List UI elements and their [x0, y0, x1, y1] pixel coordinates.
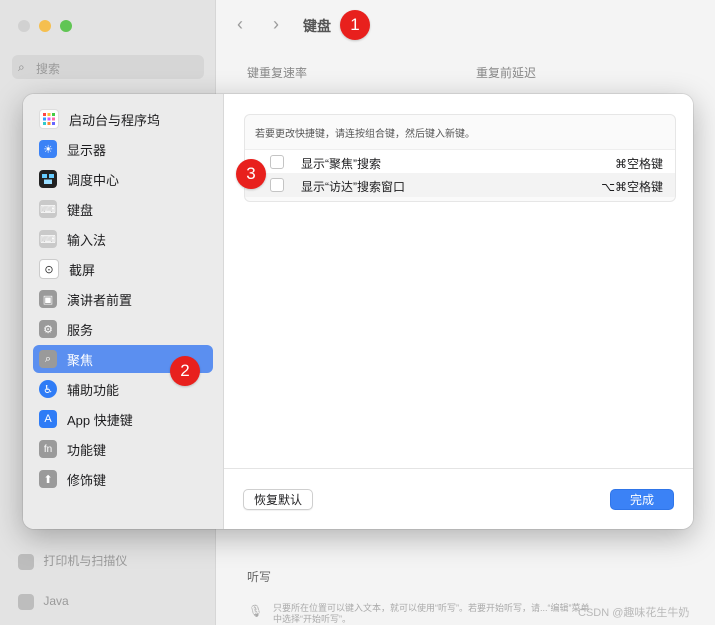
- shortcut-key[interactable]: ⌥⌘空格键: [601, 178, 663, 195]
- watermark: CSDN @趣味花生牛奶: [578, 607, 690, 619]
- microphone-icon: 🎙: [248, 604, 264, 618]
- sidebar-item-modifier-keys[interactable]: ⬆ 修饰键: [33, 465, 213, 493]
- accessibility-icon: ♿: [39, 380, 57, 398]
- done-button[interactable]: 完成: [610, 489, 674, 510]
- page-title: 键盘: [303, 18, 331, 34]
- services-icon: ⚙: [39, 320, 57, 338]
- sidebar-item-java[interactable]: Java: [18, 594, 69, 610]
- shortcuts-list: 若要更改快捷键，请连按组合键，然后键入新键。 显示“聚焦”搜索 ⌘空格键 显示“…: [244, 114, 676, 202]
- back-arrow-icon[interactable]: ‹: [237, 14, 243, 35]
- presenter-icon: ▣: [39, 290, 57, 308]
- sidebar-item-launchpad[interactable]: 启动台与程序坞: [33, 105, 213, 133]
- sidebar-item-screenshot[interactable]: ⊙ 截屏: [33, 255, 213, 283]
- search-icon: ⌕: [18, 60, 25, 74]
- sidebar-item-display[interactable]: ☀ 显示器: [33, 135, 213, 163]
- shortcut-label: 显示“访达”搜索窗口: [301, 180, 405, 194]
- sidebar-item-presenter[interactable]: ▣ 演讲者前置: [33, 285, 213, 313]
- annotation-badge-3: 3: [236, 159, 266, 189]
- shortcut-hint: 若要更改快捷键，请连按组合键，然后键入新键。: [255, 129, 475, 140]
- input-method-icon: ⌨: [39, 230, 57, 248]
- fn-icon: fn: [39, 440, 57, 458]
- shortcuts-content: 若要更改快捷键，请连按组合键，然后键入新键。 显示“聚焦”搜索 ⌘空格键 显示“…: [224, 94, 693, 529]
- forward-arrow-icon[interactable]: ›: [273, 14, 279, 35]
- display-icon: ☀: [39, 140, 57, 158]
- key-repeat-label: 键重复速率: [247, 66, 308, 80]
- shortcut-row-finder[interactable]: 显示“访达”搜索窗口 ⌥⌘空格键: [245, 173, 675, 197]
- spotlight-icon: ⌕: [39, 350, 57, 368]
- sidebar-item-mission-control[interactable]: 调度中心: [33, 165, 213, 193]
- shortcut-label: 显示“聚焦”搜索: [301, 157, 381, 171]
- keyboard-icon: ⌨: [39, 200, 57, 218]
- sidebar-item-app-shortcuts[interactable]: A App 快捷键: [33, 405, 213, 433]
- shortcut-key[interactable]: ⌘空格键: [615, 155, 663, 172]
- minimize-window-button[interactable]: [39, 20, 51, 32]
- repeat-delay-label: 重复前延迟: [476, 66, 537, 80]
- settings-search-input[interactable]: ⌕ 搜索: [12, 55, 204, 79]
- annotation-badge-2: 2: [170, 356, 200, 386]
- annotation-badge-1: 1: [340, 10, 370, 40]
- shortcut-row-spotlight[interactable]: 显示“聚焦”搜索 ⌘空格键: [245, 149, 675, 174]
- dictation-label: 听写: [247, 570, 272, 584]
- restore-defaults-button[interactable]: 恢复默认: [243, 489, 313, 510]
- printer-icon: [18, 553, 34, 570]
- close-window-button[interactable]: [18, 20, 30, 32]
- modifier-icon: ⬆: [39, 470, 57, 488]
- sidebar-item-services[interactable]: ⚙ 服务: [33, 315, 213, 343]
- footer-divider: [224, 468, 693, 469]
- mission-control-icon: [39, 170, 57, 188]
- shortcuts-sidebar: 启动台与程序坞 ☀ 显示器 调度中心 ⌨ 键盘 ⌨ 输入法 ⊙ 截屏 ▣ 演讲者…: [23, 94, 224, 529]
- sidebar-item-function-keys[interactable]: fn 功能键: [33, 435, 213, 463]
- sidebar-item-keyboard[interactable]: ⌨ 键盘: [33, 195, 213, 223]
- launchpad-icon: [39, 109, 59, 129]
- sidebar-item-input-method[interactable]: ⌨ 输入法: [33, 225, 213, 253]
- settings-header: ‹ › 键盘: [215, 0, 715, 52]
- app-shortcuts-icon: A: [39, 410, 57, 428]
- keyboard-shortcuts-sheet: 启动台与程序坞 ☀ 显示器 调度中心 ⌨ 键盘 ⌨ 输入法 ⊙ 截屏 ▣ 演讲者…: [23, 94, 693, 529]
- sidebar-item-printers[interactable]: 打印机与扫描仪: [18, 552, 127, 570]
- java-icon: [18, 594, 34, 610]
- dictation-note: 只要所在位置可以键入文本，就可以使用“听写”。若要开始听写，请...“编辑”菜单…: [273, 603, 590, 624]
- spotlight-search-checkbox[interactable]: [270, 155, 284, 169]
- finder-search-checkbox[interactable]: [270, 178, 284, 192]
- screenshot-icon: ⊙: [39, 259, 59, 279]
- zoom-window-button[interactable]: [60, 20, 72, 32]
